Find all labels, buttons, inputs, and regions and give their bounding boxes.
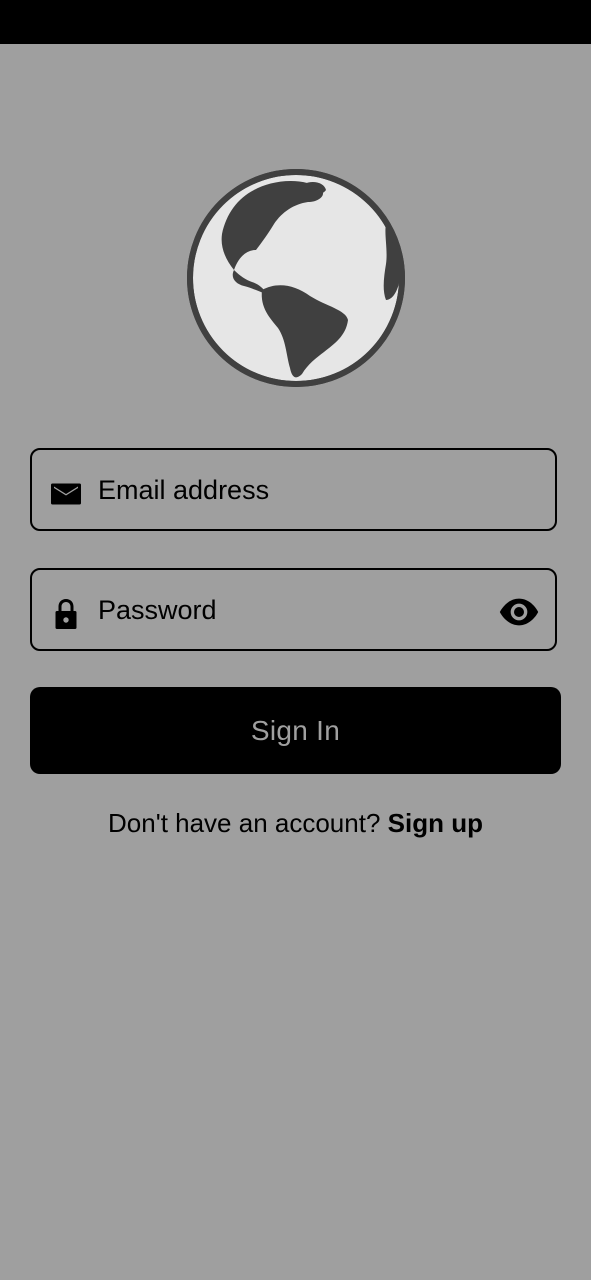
signup-prompt-text: Don't have an account? (108, 808, 388, 838)
password-field[interactable] (30, 568, 557, 651)
lock-icon (48, 596, 84, 632)
eye-icon[interactable] (499, 594, 539, 630)
globe-icon (187, 169, 405, 387)
signup-prompt-row: Don't have an account? Sign up (0, 808, 591, 839)
globe-logo (186, 168, 406, 388)
password-input[interactable] (98, 588, 488, 632)
email-field[interactable] (30, 448, 557, 531)
status-bar (0, 0, 591, 44)
sign-in-button[interactable]: Sign In (30, 687, 561, 774)
email-input[interactable] (98, 468, 488, 512)
mail-icon (48, 476, 84, 512)
sign-up-link[interactable]: Sign up (388, 808, 483, 838)
